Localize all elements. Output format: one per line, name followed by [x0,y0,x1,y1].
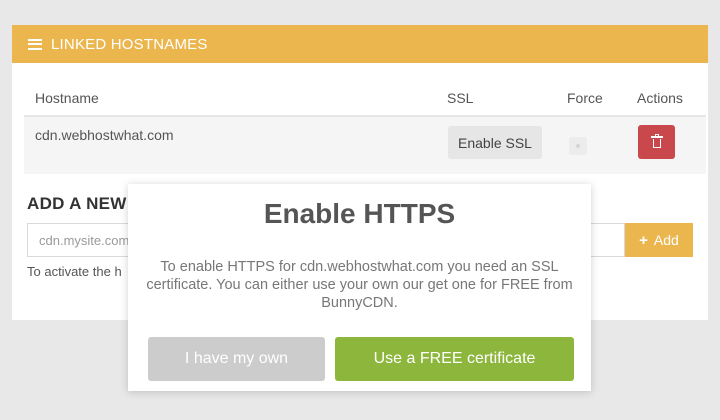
panel-title: LINKED HOSTNAMES [51,35,208,53]
delete-hostname-button[interactable] [638,125,675,159]
column-header-ssl: SSL [447,90,474,106]
enable-https-modal: Enable HTTPS To enable HTTPS for cdn.web… [128,184,591,391]
column-header-actions: Actions [637,90,683,106]
add-hostname-button[interactable]: + Add [625,223,693,257]
activation-hint: To activate the h [27,264,122,279]
have-own-certificate-button[interactable]: I have my own [148,337,325,381]
modal-message: To enable HTTPS for cdn.webhostwhat.com … [146,259,573,311]
add-button-label: Add [653,232,679,248]
column-header-force: Force [567,90,603,106]
column-header-hostname: Hostname [35,90,99,106]
hostname-cell: cdn.webhostwhat.com [35,127,174,143]
trash-icon [650,134,663,148]
enable-ssl-button[interactable]: Enable SSL [448,126,542,159]
plus-icon: + [639,231,648,249]
table-row [24,117,706,174]
modal-title: Enable HTTPS [263,198,456,229]
free-certificate-button[interactable]: Use a FREE certificate [335,337,574,381]
force-ssl-checkbox[interactable] [569,137,587,155]
add-hostname-title: ADD A NEW [27,194,127,213]
list-icon [28,38,42,50]
panel-header: LINKED HOSTNAMES [12,25,708,63]
